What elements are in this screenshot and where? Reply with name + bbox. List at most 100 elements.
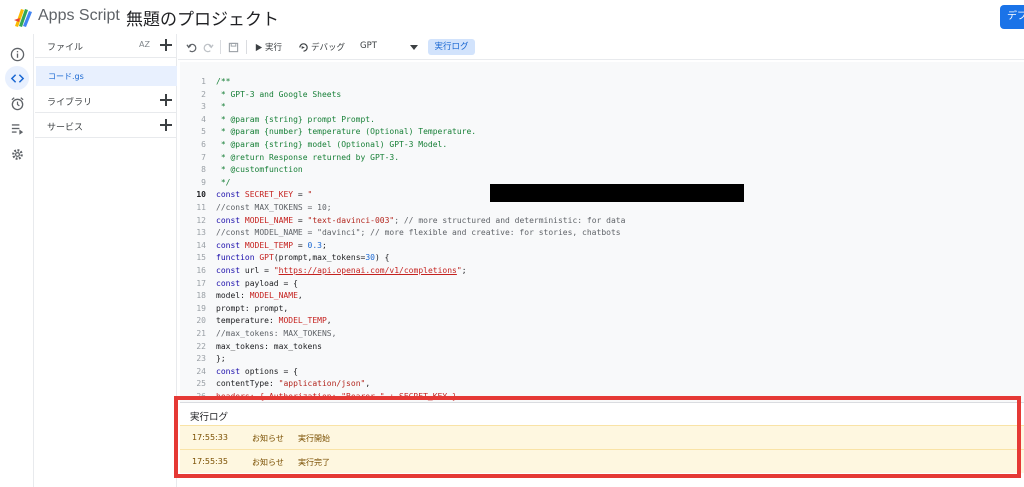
run-label: 実行 bbox=[265, 43, 283, 53]
code-line[interactable]: 2 * GPT-3 and Google Sheets bbox=[180, 89, 1024, 102]
info-icon bbox=[10, 47, 24, 61]
line-number: 6 bbox=[201, 140, 206, 149]
file-item-code-gs[interactable]: コード.gs bbox=[36, 66, 177, 86]
code-line[interactable]: 1 /** bbox=[180, 76, 1024, 89]
code-token: model: bbox=[216, 291, 250, 301]
code-line[interactable]: 17 const payload = { bbox=[180, 278, 1024, 291]
line-number: 11 bbox=[196, 203, 206, 212]
toolbar-divider bbox=[246, 40, 247, 54]
add-library-plus-icon[interactable] bbox=[159, 93, 173, 107]
line-number: 5 bbox=[201, 127, 206, 137]
code-line[interactable]: 13 //const MODEL_NAME = "davinci"; // mor… bbox=[180, 227, 1024, 240]
services-label: サービス bbox=[47, 123, 84, 133]
app-header: Apps Script 無題のプロジェクト デプロイ bbox=[0, 0, 1024, 34]
editor-nav-button[interactable] bbox=[5, 66, 29, 90]
executions-icon bbox=[11, 123, 23, 135]
save-icon[interactable] bbox=[228, 42, 239, 53]
code-line[interactable]: 10 const SECRET_KEY = " bbox=[180, 189, 1024, 202]
code-token: const bbox=[216, 215, 245, 225]
line-number: 15 bbox=[196, 253, 206, 263]
line-number: 8 bbox=[201, 165, 206, 175]
play-icon bbox=[255, 43, 263, 52]
add-service-plus-icon[interactable] bbox=[159, 118, 173, 132]
code-token: ; bbox=[321, 240, 327, 250]
code-line[interactable]: 11 //const MAX_TOKENS = 10; bbox=[180, 202, 1024, 215]
toolbar-divider bbox=[220, 40, 221, 54]
code-token: https://api.openai.com/v1/completions bbox=[278, 266, 457, 275]
line-number: 18 bbox=[196, 291, 206, 301]
code-token: //const MAX_TOKENS = 10; bbox=[216, 203, 332, 212]
code-line[interactable]: 18 model: MODEL_NAME, bbox=[180, 290, 1024, 303]
code-line[interactable]: 3 * bbox=[180, 101, 1024, 114]
left-nav-rail bbox=[0, 34, 34, 487]
project-title[interactable]: 無題のプロジェクト bbox=[126, 5, 279, 30]
code-token: * bbox=[216, 102, 226, 112]
apps-script-logo-icon[interactable] bbox=[12, 6, 34, 28]
gear-icon bbox=[11, 148, 23, 160]
code-text: //const MODEL_NAME = "davinci"; // more … bbox=[216, 227, 621, 240]
code-line[interactable]: 24 const options = { bbox=[180, 366, 1024, 379]
code-editor[interactable]: 1/** 2 * GPT-3 and Google Sheets 3 * 4 * @p… bbox=[180, 62, 1024, 402]
code-text: function GPT(prompt,max_tokens=30) { bbox=[216, 252, 389, 265]
code-token: * @return Response returned by GPT-3. bbox=[216, 152, 400, 162]
code-token: const bbox=[216, 266, 245, 275]
code-text: const payload = { bbox=[216, 278, 298, 291]
libraries-section[interactable]: ライブラリ bbox=[35, 89, 177, 113]
code-line[interactable]: 4 * @param {string} prompt Prompt. bbox=[180, 114, 1024, 127]
line-number: 3 bbox=[201, 102, 206, 112]
line-number: 14 bbox=[196, 240, 206, 250]
code-line[interactable]: 9 */ bbox=[180, 177, 1024, 190]
code-token: ; bbox=[461, 266, 467, 275]
code-text: model: MODEL_NAME, bbox=[216, 290, 303, 303]
redo-icon[interactable] bbox=[203, 42, 214, 53]
code-token: "text-davinci-003" bbox=[307, 215, 395, 225]
code-line[interactable]: 20 temperature: MODEL_TEMP, bbox=[180, 315, 1024, 328]
file-name: コード.gs bbox=[48, 72, 84, 81]
code-line[interactable]: 15 function GPT(prompt,max_tokens=30) { bbox=[180, 252, 1024, 265]
code-line[interactable]: 7 * @return Response returned by GPT-3. bbox=[180, 152, 1024, 165]
debug-label: デバッグ bbox=[311, 43, 346, 53]
code-token: GPT bbox=[259, 253, 274, 263]
code-line[interactable]: 8 * @customfunction bbox=[180, 164, 1024, 177]
triggers-nav-button[interactable] bbox=[5, 91, 29, 115]
code-token: 0.3 bbox=[307, 240, 322, 250]
app-name[interactable]: Apps Script bbox=[38, 7, 120, 25]
overview-nav-button[interactable] bbox=[5, 42, 29, 66]
code-line[interactable]: 22 max_tokens: max_tokens bbox=[180, 341, 1024, 354]
editor-toolbar: 実行 デバッグ GPT 実行ログ bbox=[178, 34, 1024, 60]
sort-az-icon[interactable]: AZ bbox=[139, 40, 150, 49]
code-line[interactable]: 19 prompt: prompt, bbox=[180, 303, 1024, 316]
executions-nav-button[interactable] bbox=[5, 116, 29, 140]
function-select[interactable]: GPT bbox=[356, 40, 420, 54]
code-line[interactable]: 5 * @param {number} temperature (Optiona… bbox=[180, 126, 1024, 139]
undo-icon[interactable] bbox=[186, 42, 197, 53]
settings-nav-button[interactable] bbox=[5, 142, 29, 166]
code-text: * @param {string} model (Optional) GPT-3… bbox=[216, 139, 447, 152]
code-line[interactable]: 14 const MODEL_TEMP = 0.3; bbox=[180, 240, 1024, 253]
code-line[interactable]: 16 const url = "https://api.openai.com/v1… bbox=[180, 265, 1024, 278]
code-token: = bbox=[293, 215, 308, 225]
line-number: 22 bbox=[196, 341, 206, 351]
code-token: ; // more structured and deterministic: … bbox=[394, 215, 626, 225]
execution-log-toggle[interactable]: 実行ログ bbox=[428, 39, 475, 55]
code-text: prompt: prompt, bbox=[216, 303, 288, 316]
code-token: (prompt,max_tokens= bbox=[273, 253, 366, 263]
code-token: prompt: prompt, bbox=[216, 303, 289, 313]
debug-button[interactable]: デバッグ bbox=[298, 34, 353, 60]
code-line[interactable]: 12 const MODEL_NAME = "text-davinci-003";… bbox=[180, 215, 1024, 228]
code-token: MODEL_NAME bbox=[244, 215, 294, 225]
run-button[interactable]: 実行 bbox=[254, 34, 294, 60]
deploy-button[interactable]: デプロイ bbox=[1000, 5, 1024, 29]
code-text: temperature: MODEL_TEMP, bbox=[216, 315, 332, 328]
services-section[interactable]: サービス bbox=[35, 114, 177, 138]
code-line[interactable]: 21 //max_tokens: MAX_TOKENS, bbox=[180, 328, 1024, 341]
code-token: * @param {string} prompt Prompt. bbox=[216, 114, 375, 124]
code-line[interactable]: 23}; bbox=[180, 353, 1024, 366]
line-number: 12 bbox=[196, 215, 206, 225]
code-line[interactable]: 25 contentType: "application/json", bbox=[180, 378, 1024, 391]
code-token: url = bbox=[244, 266, 274, 275]
files-panel: ファイル AZ ライブラリ サービス bbox=[35, 34, 177, 487]
add-file-plus-icon[interactable] bbox=[159, 38, 173, 52]
code-line[interactable]: 6 * @param {string} model (Optional) GPT… bbox=[180, 139, 1024, 152]
code-text: * bbox=[216, 101, 226, 114]
